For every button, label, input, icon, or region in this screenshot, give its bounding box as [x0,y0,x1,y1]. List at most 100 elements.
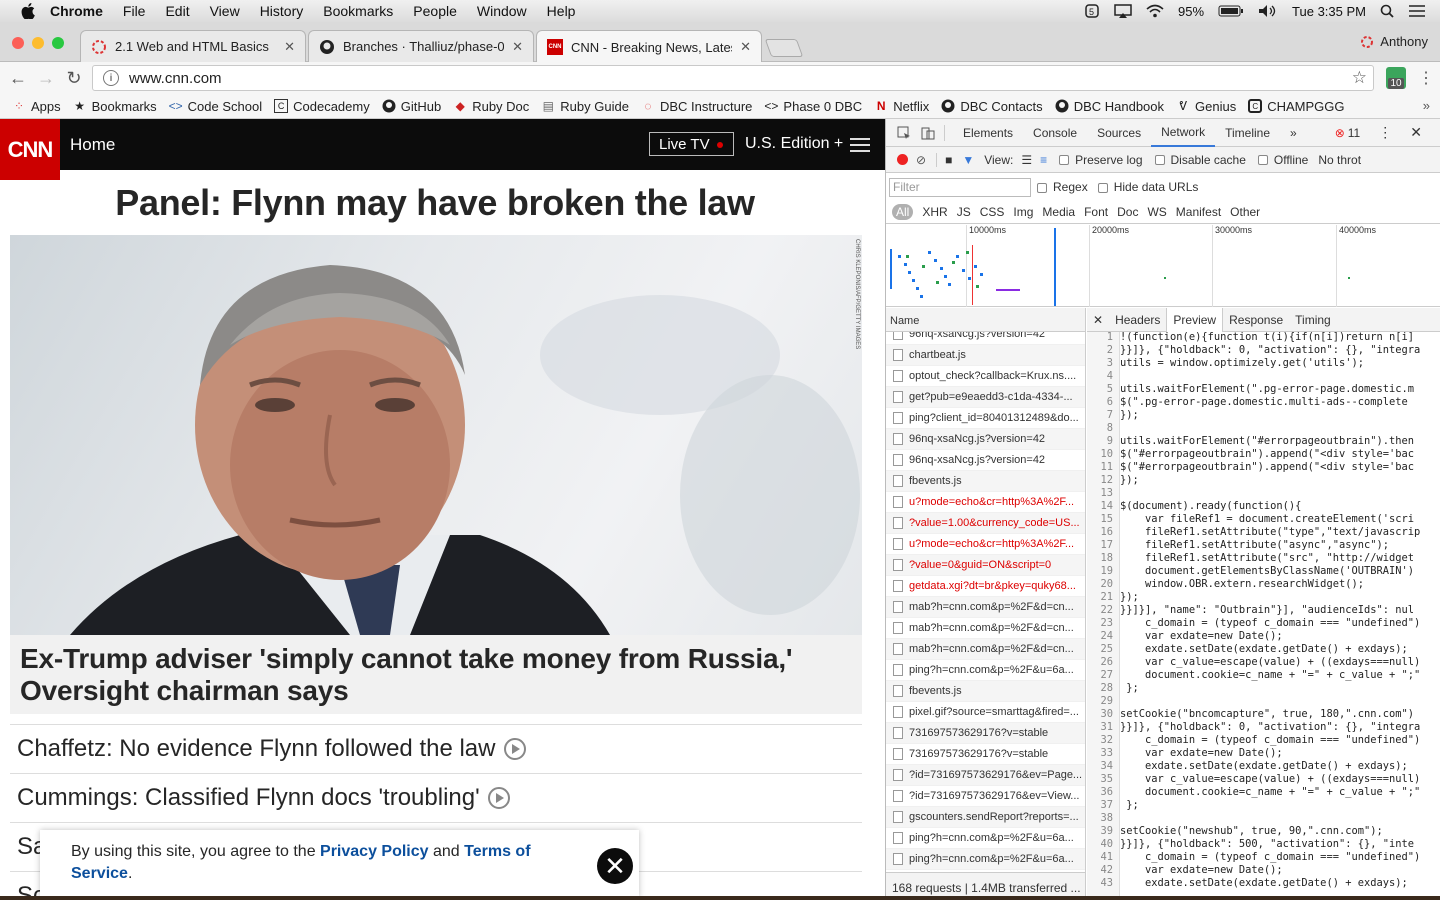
record-icon[interactable] [897,154,908,165]
menu-history[interactable]: History [260,3,304,19]
type-filter-js[interactable]: JS [957,205,971,219]
bookmark-github[interactable]: GitHub [382,99,441,114]
zoom-window-button[interactable] [52,37,64,49]
request-row[interactable]: mab?h=cnn.com&p=%2F&d=cn... [886,597,1085,618]
close-detail-icon[interactable]: ✕ [1087,308,1109,332]
play-video-icon[interactable] [503,738,526,760]
tab-preview[interactable]: Preview [1166,307,1224,332]
minimize-window-button[interactable] [32,37,44,49]
privacy-policy-link[interactable]: Privacy Policy [320,843,429,860]
type-filter-media[interactable]: Media [1042,205,1075,219]
throttle-select[interactable]: No throt [1318,153,1361,167]
menu-edit[interactable]: Edit [165,3,189,19]
tab-timeline[interactable]: Timeline [1215,119,1280,147]
bookmark-champggg[interactable]: C CHAMPGGG [1248,99,1345,114]
menu-people[interactable]: People [413,3,457,19]
spotlight-search-icon[interactable] [1380,4,1394,18]
nav-home[interactable]: Home [70,135,115,155]
request-row[interactable]: 96nq-xsaNcg.js?version=42 [886,450,1085,471]
request-row[interactable]: ?value=0&guid=ON&script=0 [886,555,1085,576]
request-row[interactable]: ping?client_id=80401312489&do... [886,408,1085,429]
tab-network[interactable]: Network [1151,119,1216,147]
disable-cache-checkbox[interactable]: Disable cache [1154,153,1246,167]
type-filter-img[interactable]: Img [1013,205,1033,219]
request-row[interactable]: optout_check?callback=Krux.ns.... [886,366,1085,387]
screenshot-camera-icon[interactable]: ■ [945,153,952,167]
site-info-icon[interactable]: i [103,70,119,86]
clear-icon[interactable]: ⊘ [916,153,926,167]
bookmark-genius[interactable]: ᕓ Genius [1176,99,1236,114]
bookmark-apps[interactable]: ⁘ Apps [12,99,61,114]
request-row[interactable]: fbevents.js [886,471,1085,492]
bookmark-codecademy[interactable]: C Codecademy [274,99,370,114]
close-devtools-icon[interactable]: ✕ [1410,124,1422,141]
request-row[interactable]: ?value=1.00&currency_code=US... [886,513,1085,534]
tab-headers[interactable]: Headers [1109,308,1166,332]
preserve-log-checkbox[interactable]: Preserve log [1059,153,1143,167]
hide-data-urls-checkbox[interactable]: Hide data URLs [1097,180,1198,194]
request-row[interactable]: 96nq-xsaNcg.js?version=42 [886,332,1085,345]
devtools-menu-icon[interactable]: ⋮ [1378,124,1392,141]
more-panels-icon[interactable]: » [1280,119,1307,147]
request-row[interactable]: ping?h=cnn.com&p=%2F&u=6a... [886,660,1085,681]
type-filter-manifest[interactable]: Manifest [1176,205,1221,219]
airplay-icon[interactable] [1114,4,1132,18]
volume-icon[interactable] [1258,4,1278,18]
new-tab-button[interactable] [764,39,804,57]
hamburger-menu-icon[interactable] [850,138,870,152]
request-row[interactable]: chartbeat.js [886,345,1085,366]
request-row[interactable]: gscounters.sendReport?reports=... [886,807,1085,828]
reload-button[interactable]: ↻ [64,68,84,88]
tab-cnn[interactable]: CNN CNN - Breaking News, Latest N ✕ [536,30,762,63]
story-link[interactable]: Chaffetz: No evidence Flynn followed the… [10,724,862,773]
hero-image[interactable]: CHRIS KLEPONIS/AFP/GETTY IMAGES [10,235,862,635]
request-row[interactable]: pixel.gif?source=smarttag&fired=... [886,702,1085,723]
cnn-logo[interactable]: CNN [0,119,60,180]
request-row[interactable]: u?mode=echo&cr=http%3A%2F... [886,492,1085,513]
request-row[interactable]: 731697573629176?v=stable [886,723,1085,744]
live-tv-button[interactable]: Live TV [649,132,734,156]
type-filter-ws[interactable]: WS [1147,205,1166,219]
request-row[interactable]: u?mode=echo&cr=http%3A%2F... [886,534,1085,555]
filter-input[interactable]: Filter [889,177,1031,197]
request-row[interactable]: ping?h=cnn.com&p=%2F&u=6a... [886,828,1085,849]
hero-caption[interactable]: Ex-Trump adviser 'simply cannot take mon… [10,635,862,714]
request-row[interactable]: 96nq-xsaNcg.js?version=42 [886,429,1085,450]
type-filter-xhr[interactable]: XHR [922,205,947,219]
request-row[interactable]: ping?h=cnn.com&p=%2F&u=6a... [886,849,1085,870]
url-text[interactable]: www.cnn.com [129,70,222,87]
waterfall-view-icon[interactable]: ≡ [1040,153,1047,167]
tab-web-html-basics[interactable]: 2.1 Web and HTML Basics ✕ [80,30,306,62]
extension-icon[interactable]: 10 [1386,67,1406,89]
type-filter-css[interactable]: CSS [980,205,1005,219]
large-rows-icon[interactable]: ☰ [1021,153,1032,167]
request-row[interactable]: get?pub=e9eaedd3-c1da-4334-... [886,387,1085,408]
request-row[interactable]: mab?h=cnn.com&p=%2F&d=cn... [886,639,1085,660]
story-link[interactable]: Cummings: Classified Flynn docs 'troubli… [10,773,862,822]
close-tab-icon[interactable]: ✕ [512,39,523,55]
device-toolbar-icon[interactable] [920,126,936,140]
bookmark-netflix[interactable]: N Netflix [874,99,929,114]
profile-button[interactable]: Anthony [1360,34,1428,49]
wifi-icon[interactable] [1146,4,1164,18]
type-filter-all[interactable]: All [892,203,914,220]
filter-funnel-icon[interactable]: ▼ [962,153,974,167]
play-video-icon[interactable] [487,787,510,809]
menu-chrome[interactable]: Chrome [50,3,103,19]
status-shield-icon[interactable]: 5 [1084,3,1100,19]
tab-console[interactable]: Console [1023,119,1087,147]
page-headline[interactable]: Panel: Flynn may have broken the law [0,182,870,224]
type-filter-doc[interactable]: Doc [1117,205,1138,219]
regex-checkbox[interactable]: Regex [1037,180,1088,194]
bookmark-dbc-handbook[interactable]: DBC Handbook [1055,99,1164,114]
type-filter-font[interactable]: Font [1084,205,1108,219]
address-bar[interactable]: i www.cnn.com ☆ [92,65,1374,91]
close-tab-icon[interactable]: ✕ [284,39,295,55]
edition-selector[interactable]: U.S. Edition + [745,135,843,153]
close-tab-icon[interactable]: ✕ [740,39,751,55]
forward-button[interactable]: → [36,68,56,88]
back-button[interactable]: ← [8,68,28,88]
request-row[interactable]: getdata.xgi?dt=br&pkey=quky68... [886,576,1085,597]
menu-file[interactable]: File [123,3,146,19]
chrome-menu-icon[interactable]: ⋮ [1418,68,1434,88]
